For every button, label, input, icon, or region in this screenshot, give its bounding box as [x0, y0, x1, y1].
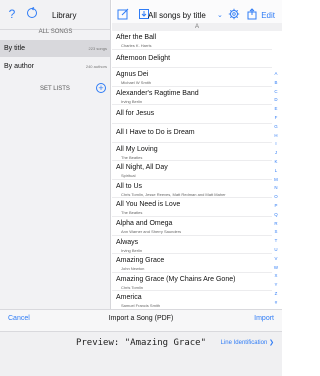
index-letter[interactable]: P — [272, 202, 280, 211]
page-title[interactable]: All songs by title — [148, 11, 206, 20]
index-letter[interactable]: G — [272, 123, 280, 132]
song-list-item[interactable]: Alpha and Omega Ann Warner and Sherry Sau… — [112, 217, 272, 236]
song-title: All My Loving — [116, 145, 158, 153]
library-sidebar: ? Library ALL SONGS By title 223 songs B… — [0, 0, 111, 309]
index-letter[interactable]: E — [272, 105, 280, 114]
song-title: Agnus Dei — [116, 71, 149, 79]
index-letter[interactable]: C — [272, 88, 280, 97]
song-list-item[interactable]: All Night, All Day Spiritual — [112, 161, 272, 180]
sidebar-item-label: By title — [4, 45, 26, 52]
song-list-item[interactable]: All You Need is Love The Beatles — [112, 198, 272, 217]
song-author: Irving Berlin — [121, 247, 143, 253]
song-author: Irving Berlin — [121, 98, 143, 104]
song-list-item[interactable]: Agnus Dei Michael W Smith — [112, 68, 272, 87]
index-letter[interactable]: F — [272, 114, 280, 123]
import-button[interactable]: Import — [254, 315, 274, 322]
song-list-panel: All songs by title ⌄ Edit A After the Ba… — [112, 0, 282, 309]
sync-icon[interactable] — [25, 7, 39, 21]
song-list-item[interactable]: All for Jesus — [112, 105, 272, 124]
song-list-item[interactable]: All to Us Chris Tomlin, Jesse Reeves, Mat… — [112, 180, 272, 199]
song-list-item[interactable]: America Samuel Francis Smith — [112, 291, 272, 309]
chevron-down-icon[interactable]: ⌄ — [217, 11, 223, 19]
sidebar-item-count: 240 authors — [85, 64, 107, 69]
song-title: Amazing Grace (My Chains Are Gone) — [116, 275, 236, 283]
help-icon[interactable]: ? — [5, 7, 19, 21]
song-title: Afternoon Delight — [116, 54, 171, 62]
index-letter[interactable]: M — [272, 176, 280, 185]
song-author: Spiritual — [121, 173, 136, 179]
index-letter[interactable]: # — [272, 299, 280, 308]
index-letter[interactable]: N — [272, 184, 280, 193]
index-letter[interactable]: S — [272, 228, 280, 237]
song-list-item[interactable]: Amazing Grace John Newton — [112, 254, 272, 273]
set-lists-header: SET LISTS — [40, 86, 70, 92]
song-author: Charles K. Harris — [121, 43, 152, 48]
index-letter[interactable]: J — [272, 149, 280, 158]
alphabet-index[interactable]: A B C D E F G H I J K L M N O P Q R S T U V W X Y Z # — [272, 70, 280, 308]
sidebar-toolbar: ? Library — [0, 0, 111, 30]
song-title: America — [116, 294, 142, 302]
index-letter[interactable]: V — [272, 255, 280, 264]
compose-icon[interactable] — [117, 8, 129, 20]
all-songs-header: ALL SONGS — [38, 29, 73, 35]
share-icon[interactable] — [246, 8, 258, 20]
song-author: John Newton — [121, 266, 145, 272]
song-author: Ann Warner and Sherry Saunders — [121, 228, 182, 234]
song-author: The Beatles — [121, 154, 143, 160]
index-letter[interactable]: A — [272, 70, 280, 79]
song-list-item[interactable]: All I Have to Do is Dream — [112, 124, 272, 143]
song-title: All You Need is Love — [116, 201, 181, 209]
index-letter[interactable]: K — [272, 158, 280, 167]
sidebar-item-by-author[interactable]: By author 240 authors — [0, 58, 111, 75]
app-window: ? Library ALL SONGS By title 223 songs B… — [0, 0, 282, 376]
song-title: All for Jesus — [116, 110, 155, 118]
song-title: All I Have to Do is Dream — [116, 128, 195, 136]
song-title: All Night, All Day — [116, 164, 168, 172]
index-letter[interactable]: I — [272, 140, 280, 149]
import-bar: Cancel Import a Song (PDF) Import — [0, 309, 282, 331]
gear-icon[interactable] — [228, 8, 240, 20]
index-letter[interactable]: O — [272, 193, 280, 202]
song-list: After the Ball Charles K. Harris Afternoon… — [112, 31, 272, 309]
song-author: Samuel Francis Smith — [121, 303, 161, 309]
song-title: Alexander's Ragtime Band — [116, 89, 199, 97]
index-letter[interactable]: B — [272, 79, 280, 88]
sidebar-item-by-title[interactable]: By title 223 songs — [0, 40, 111, 57]
index-letter[interactable]: Y — [272, 281, 280, 290]
song-author: Chris Tomlin — [121, 284, 143, 290]
line-identification-button[interactable]: Line Identification ❯ — [221, 339, 274, 346]
index-letter[interactable]: W — [272, 264, 280, 273]
song-list-item[interactable]: Afternoon Delight — [112, 50, 272, 69]
index-letter[interactable]: D — [272, 96, 280, 105]
index-letter[interactable]: H — [272, 132, 280, 141]
import-title: Import a Song (PDF) — [108, 315, 174, 322]
index-letter[interactable]: U — [272, 246, 280, 255]
section-header: A — [112, 23, 282, 31]
index-letter[interactable]: R — [272, 220, 280, 229]
song-list-item[interactable]: After the Ball Charles K. Harris — [112, 31, 272, 50]
index-letter[interactable]: X — [272, 272, 280, 281]
song-author: Michael W Smith — [121, 80, 152, 86]
add-set-list-button[interactable]: + — [96, 83, 106, 93]
song-list-item[interactable]: All My Loving The Beatles — [112, 143, 272, 162]
song-list-item[interactable]: Alexander's Ragtime Band Irving Berlin — [112, 87, 272, 106]
song-title: All to Us — [116, 182, 143, 190]
song-title: Amazing Grace — [116, 257, 165, 265]
edit-button[interactable]: Edit — [261, 11, 275, 20]
index-letter[interactable]: Q — [272, 211, 280, 220]
sidebar-item-label: By author — [4, 63, 34, 70]
song-title: Always — [116, 238, 139, 246]
index-letter[interactable]: L — [272, 167, 280, 176]
song-author: Chris Tomlin, Jesse Reeves, Matt Redman … — [121, 191, 226, 197]
index-letter[interactable]: Z — [272, 290, 280, 299]
song-title: After the Ball — [116, 34, 157, 41]
song-author: The Beatles — [121, 210, 143, 216]
song-title: Alpha and Omega — [116, 219, 173, 227]
song-list-item[interactable]: Always Irving Berlin — [112, 236, 272, 255]
preview-bar: Preview: "Amazing Grace" Line Identifica… — [0, 331, 282, 376]
index-letter[interactable]: T — [272, 237, 280, 246]
song-list-item[interactable]: Amazing Grace (My Chains Are Gone) Chris … — [112, 273, 272, 292]
sidebar-item-count: 223 songs — [88, 46, 107, 51]
sidebar-title: Library — [52, 11, 77, 20]
